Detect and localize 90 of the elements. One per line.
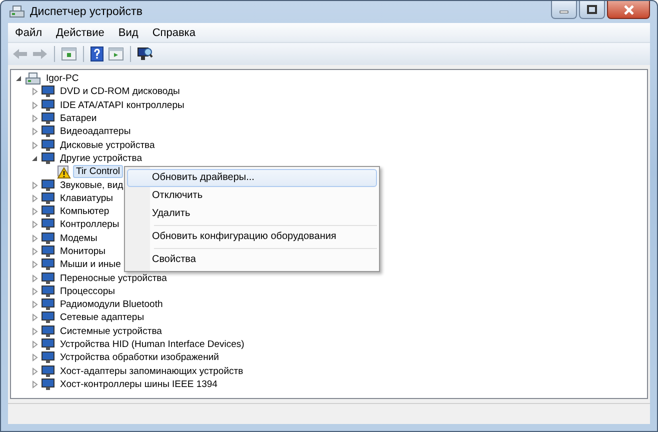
device-icon [41,311,55,324]
expand-arrow-icon[interactable] [30,207,39,216]
tree-item[interactable]: Системные устройства [57,324,165,338]
tree-item[interactable]: Клавиатуры [57,192,116,205]
device-icon [41,205,55,218]
device-icon [41,218,55,232]
computer-icon [25,72,41,86]
tree-item[interactable]: Устройства HID (Human Interface Devices) [57,338,248,352]
device-icon [41,258,55,272]
context-menu-item[interactable]: Свойства [127,251,377,269]
expand-arrow-icon[interactable] [30,366,39,376]
tree-item[interactable]: Контроллеры [57,218,122,232]
expand-arrow-icon[interactable] [30,180,39,190]
tree-item[interactable]: Igor-PC [43,72,82,86]
expand-arrow-icon[interactable] [30,114,39,124]
expand-arrow-icon[interactable] [30,140,39,150]
tree-item[interactable]: Переносные устройства [57,272,170,285]
expand-arrow-icon[interactable] [30,100,39,110]
tree-item[interactable]: Радиомодули Bluetooth [57,298,166,312]
tree-item[interactable]: Батареи [57,112,100,126]
device-icon [41,364,55,378]
forward-arrow-icon[interactable] [32,47,48,61]
expand-arrow-icon[interactable] [30,326,39,336]
expand-arrow-icon[interactable] [30,380,39,389]
device-icon [41,284,55,298]
device-icon [41,152,55,165]
device-icon [41,138,55,152]
tree-item[interactable]: Видеоадаптеры [57,125,134,138]
computer-icon [9,5,25,19]
menu-item[interactable]: Справка [145,26,202,38]
device-icon [41,125,55,138]
device-icon [41,178,55,192]
back-arrow-icon[interactable] [12,47,28,61]
expand-arrow-icon[interactable] [30,247,39,256]
menu-item[interactable]: Файл [8,26,50,38]
device-icon [41,298,55,312]
device-icon [41,232,55,245]
expand-arrow-icon[interactable] [30,260,39,270]
window-title: Диспетчер устройств [30,6,142,18]
tree-item[interactable]: Другие устройства [57,152,145,165]
context-menu-item[interactable]: Обновить драйверы... [127,169,377,187]
tree-item[interactable]: Компьютер [57,205,112,218]
device-icon [41,192,55,205]
device-icon [41,98,55,112]
context-menu-item[interactable]: Обновить конфигурацию оборудования [127,228,377,246]
expand-arrow-icon[interactable] [30,220,39,230]
tree-item[interactable]: DVD и CD-ROM дисководы [57,85,183,98]
expand-arrow-icon[interactable] [30,194,39,203]
menu-item[interactable]: Вид [111,26,146,38]
device-icon [41,245,55,258]
expand-arrow-icon[interactable] [30,340,39,350]
tree-item[interactable]: Хост-адаптеры запоминающих устройств [57,364,246,378]
expand-arrow-icon[interactable] [30,274,39,283]
device-icon [41,351,55,364]
collapse-arrow-icon[interactable] [14,74,23,84]
device-icon [41,338,55,352]
tree-item[interactable]: Хост-контроллеры шины IEEE 1394 [57,378,220,391]
menu-item[interactable]: Действие [49,26,112,38]
device-icon [41,324,55,338]
tree-item[interactable]: Процессоры [57,284,118,298]
tree-item[interactable]: Мониторы [57,245,108,258]
expand-arrow-icon[interactable] [30,300,39,310]
expand-arrow-icon[interactable] [30,353,39,362]
device-icon [41,112,55,126]
tree-item[interactable]: IDE ATA/ATAPI контроллеры [57,98,188,112]
tree-item[interactable]: Устройства обработки изображений [57,351,222,364]
maximize-icon [587,5,597,14]
close-button[interactable] [607,1,650,19]
context-menu-item[interactable]: Отключить [127,187,377,205]
device-icon [41,85,55,98]
tree-item[interactable]: Дисковые устройства [57,138,158,152]
expand-arrow-icon[interactable] [30,87,39,96]
tree-item[interactable]: Сетевые адаптеры [57,311,148,324]
maximize-button[interactable] [579,1,605,19]
expand-arrow-icon[interactable] [30,127,39,136]
help-icon[interactable] [90,46,104,62]
panel-icon[interactable] [61,47,77,61]
device-icon [41,272,55,285]
tree-item[interactable]: Модемы [57,232,100,245]
expand-arrow-icon[interactable] [30,286,39,296]
expand-arrow-icon[interactable] [30,313,39,322]
close-icon [622,4,634,14]
tree-item[interactable]: Tir Control [73,165,123,178]
device-icon [41,378,55,391]
monitor-search-icon[interactable] [137,46,153,62]
tree-item[interactable]: Звуковые, вид [57,178,126,192]
context-menu-item[interactable]: Удалить [127,205,377,223]
collapse-arrow-icon[interactable] [30,154,39,163]
tree-item[interactable]: Мыши и иные [57,258,124,272]
expand-arrow-icon[interactable] [30,234,39,243]
